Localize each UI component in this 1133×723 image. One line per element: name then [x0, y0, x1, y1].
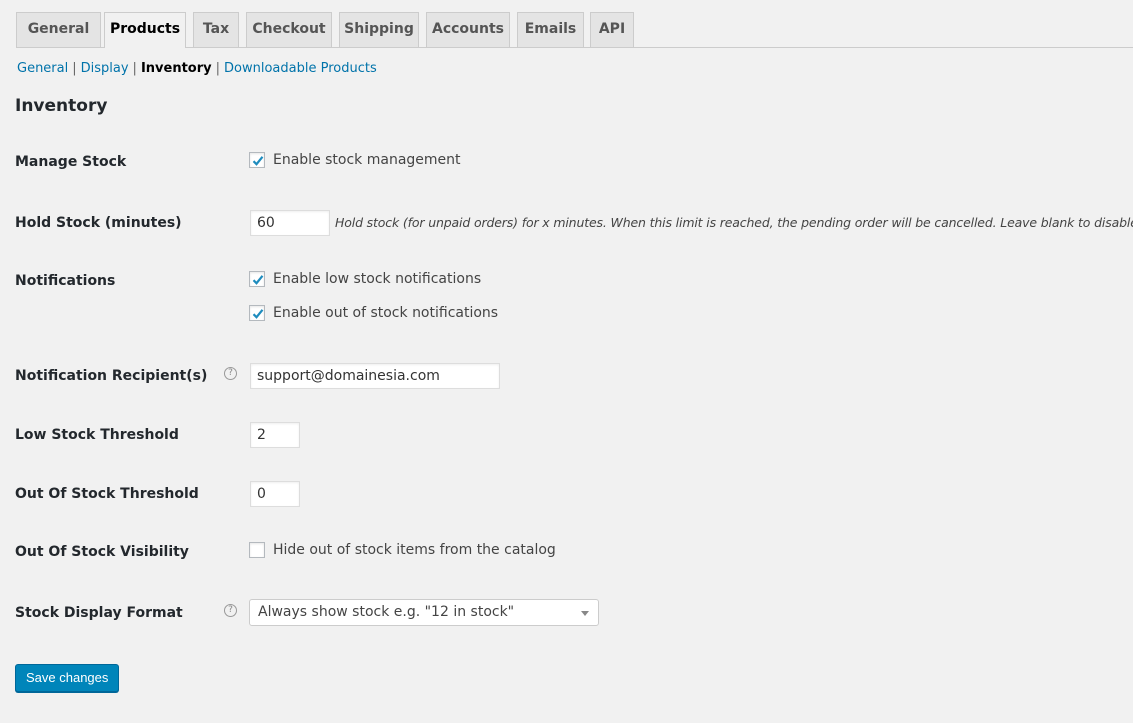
- low-stock-notification-option: Enable low stock notifications: [249, 271, 481, 287]
- stock-display-format-label: Stock Display Format: [15, 605, 183, 621]
- section-title: Inventory: [15, 96, 108, 116]
- tab-emails[interactable]: Emails: [517, 12, 584, 47]
- tab-accounts[interactable]: Accounts: [426, 12, 510, 47]
- low-stock-notification-checkbox[interactable]: [249, 271, 265, 287]
- hide-out-of-stock-option: Hide out of stock items from the catalog: [249, 542, 556, 558]
- checkmark-icon: [252, 309, 264, 319]
- checkmark-icon: [252, 275, 264, 285]
- low-stock-threshold-input[interactable]: 2: [250, 422, 300, 448]
- subnav-general[interactable]: General: [17, 61, 68, 76]
- notifications-label: Notifications: [15, 273, 116, 289]
- dropdown-arrow-icon: [581, 611, 589, 616]
- help-icon[interactable]: ?: [224, 604, 237, 617]
- out-of-stock-notification-option: Enable out of stock notifications: [249, 305, 498, 321]
- subnav-display[interactable]: Display: [81, 61, 129, 76]
- hold-stock-label: Hold Stock (minutes): [15, 215, 182, 231]
- tab-products[interactable]: Products: [104, 12, 186, 48]
- out-of-stock-threshold-input[interactable]: 0: [250, 481, 300, 507]
- stock-display-format-select[interactable]: Always show stock e.g. "12 in stock": [249, 599, 599, 626]
- notification-recipient-label: Notification Recipient(s): [15, 368, 208, 384]
- help-icon[interactable]: ?: [224, 367, 237, 380]
- checkmark-icon: [252, 156, 264, 166]
- manage-stock-checkbox[interactable]: [249, 152, 265, 168]
- subnav-inventory-current: Inventory: [140, 61, 212, 76]
- tab-api[interactable]: API: [590, 12, 634, 47]
- out-of-stock-notification-checkbox[interactable]: [249, 305, 265, 321]
- tab-shipping[interactable]: Shipping: [339, 12, 419, 47]
- save-changes-button[interactable]: Save changes: [15, 664, 120, 692]
- hide-out-of-stock-label: Hide out of stock items from the catalog: [273, 542, 556, 558]
- low-stock-threshold-label: Low Stock Threshold: [15, 427, 179, 443]
- hold-stock-description: Hold stock (for unpaid orders) for x min…: [335, 215, 1133, 230]
- sub-navigation: General | Display | Inventory | Downloadable P…: [17, 61, 377, 77]
- subnav-separator: |: [215, 61, 220, 76]
- manage-stock-option-label: Enable stock management: [273, 152, 461, 168]
- notification-recipient-input[interactable]: support@domainesia.com: [250, 363, 500, 389]
- settings-tabs: General Products Tax Checkout Shipping A…: [16, 12, 1133, 48]
- out-of-stock-threshold-label: Out Of Stock Threshold: [15, 486, 199, 502]
- tab-checkout[interactable]: Checkout: [246, 12, 332, 47]
- subnav-downloadable-products[interactable]: Downloadable Products: [224, 61, 377, 76]
- subnav-separator: |: [132, 61, 137, 76]
- tab-general[interactable]: General: [16, 12, 101, 47]
- tab-tax[interactable]: Tax: [193, 12, 239, 47]
- out-of-stock-visibility-label: Out Of Stock Visibility: [15, 544, 189, 560]
- stock-display-format-value: Always show stock e.g. "12 in stock": [258, 604, 515, 620]
- manage-stock-label: Manage Stock: [15, 154, 127, 170]
- low-stock-notification-label: Enable low stock notifications: [273, 271, 482, 287]
- subnav-separator: |: [72, 61, 77, 76]
- out-of-stock-notification-label: Enable out of stock notifications: [273, 305, 499, 321]
- manage-stock-option: Enable stock management: [249, 152, 461, 168]
- hold-stock-input[interactable]: 60: [250, 210, 330, 236]
- hide-out-of-stock-checkbox[interactable]: [249, 542, 265, 558]
